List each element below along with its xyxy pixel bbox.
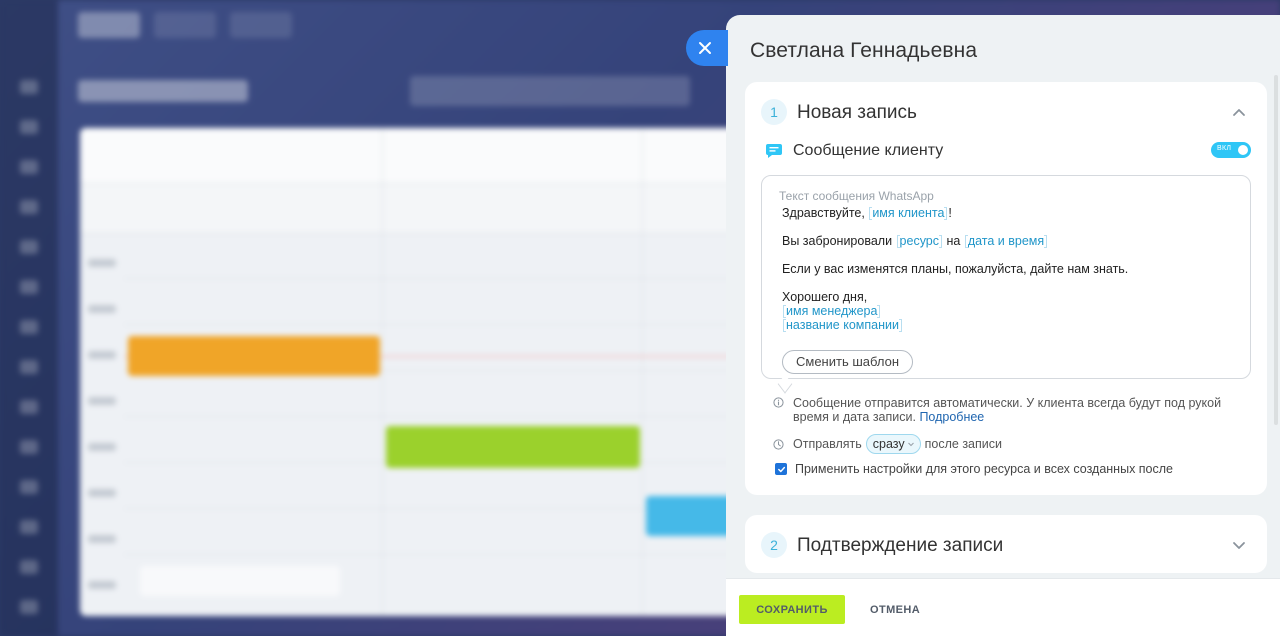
background-left-sidebar <box>0 0 58 636</box>
send-timing-value: сразу <box>872 437 905 451</box>
tag-resource[interactable]: ресурс <box>897 234 942 248</box>
close-panel-button[interactable] <box>686 30 728 66</box>
toggle-label: ВКЛ <box>1217 145 1232 152</box>
message-body[interactable]: Здравствуйте, имя клиента! Вы заброниров… <box>782 206 1128 332</box>
apply-settings-checkbox[interactable] <box>775 463 787 475</box>
background-calendar-board <box>80 128 780 616</box>
tag-manager-name[interactable]: имя менеджера <box>783 304 880 318</box>
apply-settings-label: Применить настройки для этого ресурса и … <box>795 462 1174 476</box>
send-label: Отправлять <box>793 437 862 451</box>
background-bottom-bar <box>140 566 340 596</box>
tag-company-name[interactable]: название компании <box>783 318 902 332</box>
auto-send-info: Сообщение отправится автоматически. У кл… <box>773 396 1243 424</box>
message-toggle[interactable]: ВКЛ <box>1211 142 1251 158</box>
send-timing-select[interactable]: сразу <box>865 434 921 454</box>
background-page-title <box>78 80 248 102</box>
message-header: Сообщение клиенту <box>765 142 943 160</box>
section-number: 2 <box>761 532 787 558</box>
greeting-text: Здравствуйте, <box>782 206 869 220</box>
settings-panel: Светлана Геннадьевна 1 Новая запись Сооб… <box>726 15 1280 636</box>
check-icon <box>777 466 785 472</box>
booked-text: Вы забронировали <box>782 234 896 248</box>
chevron-up-icon[interactable] <box>1231 104 1247 120</box>
background-top-nav <box>78 12 292 38</box>
send-timing-row: Отправлять сразу после записи <box>773 434 1002 454</box>
panel-title: Светлана Геннадьевна <box>750 39 978 62</box>
message-placeholder: Текст сообщения WhatsApp <box>779 189 934 203</box>
tag-client-name[interactable]: имя клиента <box>869 206 947 220</box>
chevron-down-icon <box>907 442 914 447</box>
save-button[interactable]: СОХРАНИТЬ <box>739 595 845 624</box>
message-header-label: Сообщение клиенту <box>793 142 944 159</box>
tag-datetime[interactable]: дата и время <box>965 234 1047 248</box>
greeting-end: ! <box>948 206 952 220</box>
section-new-booking: 1 Новая запись Сообщение клиенту ВКЛ Тек… <box>745 82 1267 495</box>
cancel-button[interactable]: ОТМЕНА <box>864 595 926 624</box>
clock-icon <box>773 438 787 450</box>
chevron-down-icon[interactable] <box>1231 537 1247 553</box>
section-title: Подтверждение записи <box>797 535 1004 556</box>
farewell-text: Хорошего дня, <box>782 290 868 304</box>
auto-send-text: Сообщение отправится автоматически. У кл… <box>793 396 1222 424</box>
apply-settings-row: Применить настройки для этого ресурса и … <box>775 462 1173 476</box>
background-search <box>410 76 690 106</box>
message-text-editor[interactable]: Текст сообщения WhatsApp Здравствуйте, и… <box>761 175 1251 379</box>
panel-scrollbar[interactable] <box>1274 75 1278 425</box>
booked-middle: на <box>943 234 964 248</box>
panel-footer: СОХРАНИТЬ ОТМЕНА <box>726 578 1280 636</box>
section-booking-confirmation[interactable]: 2 Подтверждение записи <box>745 515 1267 573</box>
chat-icon <box>765 142 783 160</box>
info-icon <box>773 396 787 424</box>
close-icon <box>699 42 711 54</box>
send-after-label: после записи <box>924 437 1002 451</box>
plans-text: Если у вас изменятся планы, пожалуйста, … <box>782 262 1129 276</box>
toggle-knob <box>1238 145 1248 155</box>
more-details-link[interactable]: Подробнее <box>919 410 984 424</box>
section-title: Новая запись <box>797 102 917 123</box>
section-number: 1 <box>761 99 787 125</box>
change-template-button[interactable]: Сменить шаблон <box>782 350 913 374</box>
